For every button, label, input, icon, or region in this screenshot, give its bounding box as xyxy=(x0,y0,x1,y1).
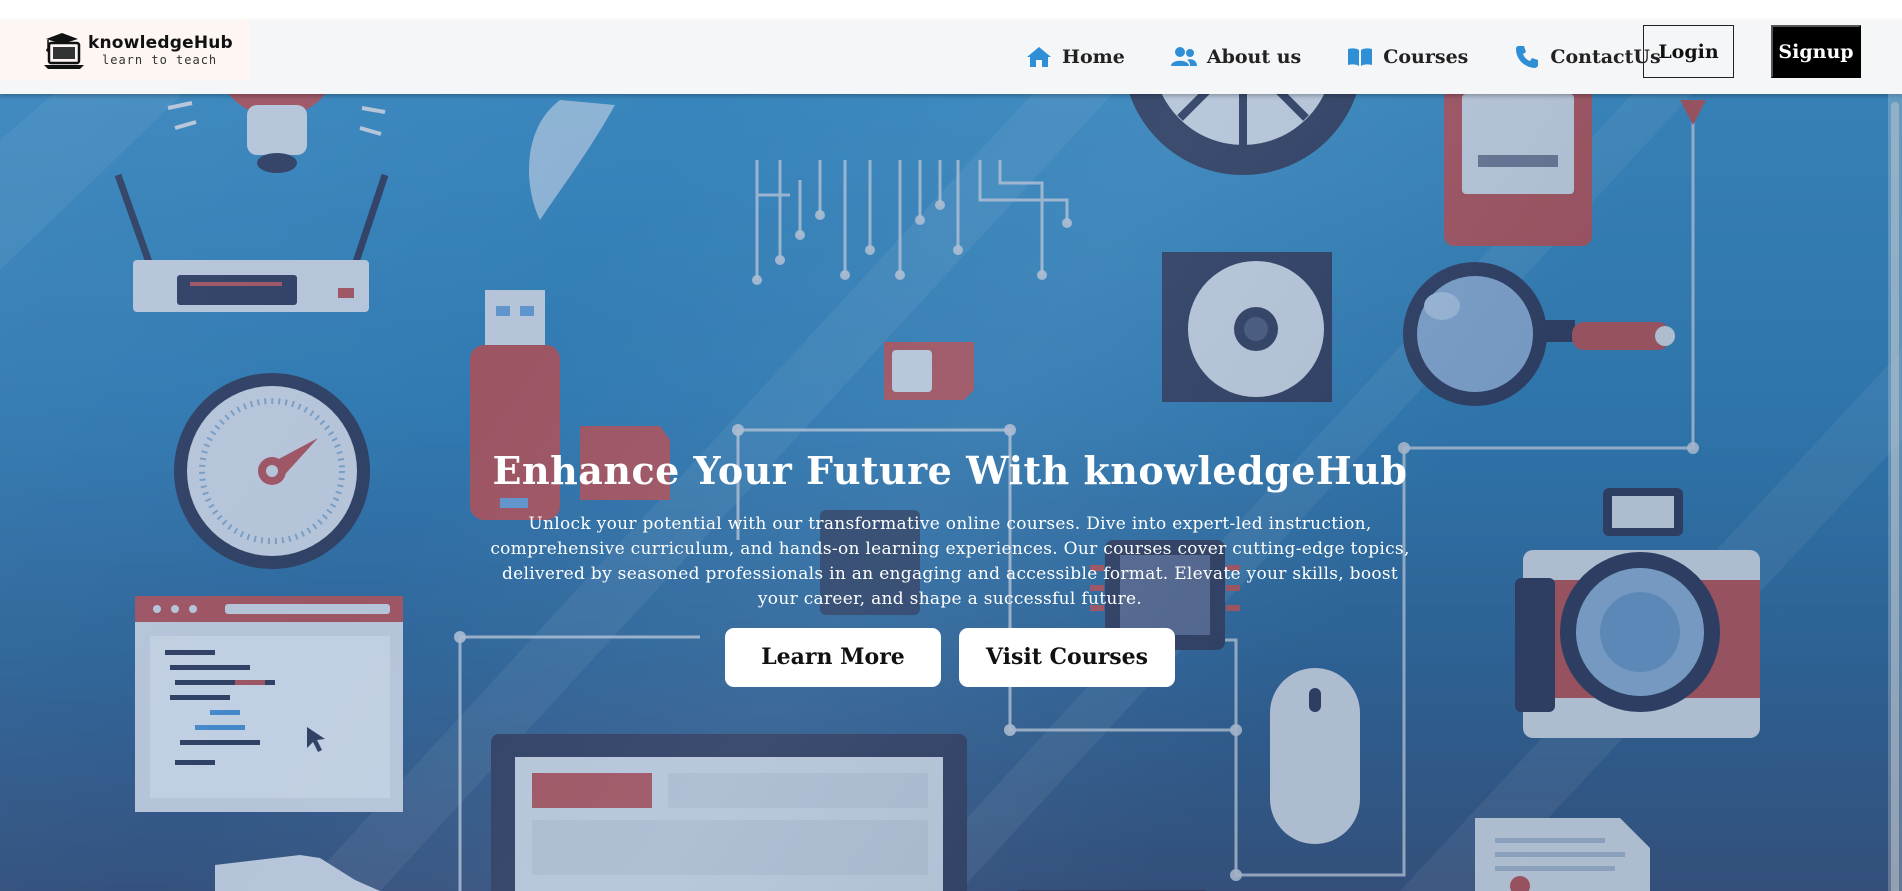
top-navbar: knowledgeHub learn to teach Home About u… xyxy=(0,20,1902,94)
nav-item-contact-us[interactable]: ContactUs xyxy=(1514,45,1661,69)
login-button[interactable]: Login xyxy=(1643,25,1734,78)
visit-courses-button[interactable]: Visit Courses xyxy=(959,627,1175,687)
signup-button[interactable]: Signup xyxy=(1771,25,1861,78)
brand-logo-block[interactable]: knowledgeHub learn to teach xyxy=(0,20,250,80)
scrollbar-thumb[interactable] xyxy=(1891,102,1899,891)
brand-tagline: learn to teach xyxy=(102,52,218,67)
nav-label-courses: Courses xyxy=(1383,46,1469,68)
nav-label-about-us: About us xyxy=(1206,46,1302,68)
hero-description: Unlock your potential with our transform… xyxy=(490,513,1410,609)
hero-content: Enhance Your Future With knowledgeHub Un… xyxy=(470,448,1430,687)
phone-icon xyxy=(1516,46,1539,68)
nav-links: Home About us Courses ContactUs xyxy=(1026,20,1661,94)
brand-name: knowledgeHub xyxy=(88,32,233,53)
users-icon xyxy=(1170,47,1197,66)
learn-more-button[interactable]: Learn More xyxy=(725,627,941,687)
home-icon xyxy=(1027,47,1051,67)
book-icon xyxy=(1348,48,1373,66)
nav-label-home: Home xyxy=(1062,46,1125,68)
laptop-graduation-cap-icon xyxy=(44,33,84,69)
nav-item-home[interactable]: Home xyxy=(1026,45,1125,69)
hero-title: Enhance Your Future With knowledgeHub xyxy=(492,448,1408,493)
page-scrollbar[interactable] xyxy=(1888,94,1902,891)
nav-item-courses[interactable]: Courses xyxy=(1347,45,1468,69)
nav-item-about-us[interactable]: About us xyxy=(1170,45,1302,69)
hero-buttons: Learn More Visit Courses xyxy=(470,627,1430,687)
